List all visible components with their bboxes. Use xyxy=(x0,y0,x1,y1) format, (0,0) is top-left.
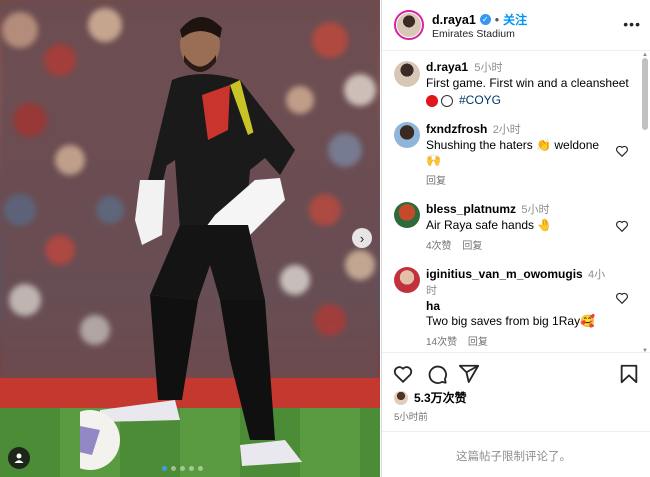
carousel-dot[interactable] xyxy=(198,466,203,471)
separator-dot: • xyxy=(494,12,500,27)
next-photo-button[interactable]: › xyxy=(352,228,372,248)
carousel-dots xyxy=(162,466,203,471)
reply-button[interactable]: 回复 xyxy=(462,241,482,252)
more-options-icon[interactable]: ••• xyxy=(623,16,641,32)
carousel-dot[interactable] xyxy=(162,466,167,471)
heart-icon[interactable] xyxy=(615,144,629,158)
caption-text: First game. First win and a cleansheet xyxy=(426,76,629,90)
comment-username-line1[interactable]: iginitius_van_m_owomugis xyxy=(426,267,583,281)
caption-username[interactable]: d.raya1 xyxy=(426,60,468,74)
restricted-text: 这篇帖子限制评论了。 xyxy=(456,451,571,463)
user-tag-icon xyxy=(14,453,24,463)
comment-time: 5小时 xyxy=(521,204,550,216)
comment-time: 2小时 xyxy=(492,124,521,136)
post-caption: d.raya1 5小时 First game. First win and a … xyxy=(426,60,637,108)
comment-username[interactable]: bless_platnumz xyxy=(426,202,516,216)
post-header: d.raya1 ✓ • 关注 Emirates Stadium ••• xyxy=(382,0,650,51)
comments-list: d.raya1 5小时 First game. First win and a … xyxy=(382,52,637,352)
carousel-dot[interactable] xyxy=(189,466,194,471)
follow-button[interactable]: 关注 xyxy=(503,11,527,28)
comment-text: Shushing the haters 👏 weldone 🙌 xyxy=(426,138,600,167)
commenter-avatar[interactable] xyxy=(394,122,420,148)
heart-icon[interactable] xyxy=(615,291,629,305)
verified-badge-icon: ✓ xyxy=(479,14,491,25)
comments-scrollbar[interactable]: ▲ ▼ xyxy=(642,52,648,354)
heart-icon[interactable] xyxy=(615,219,629,233)
liker-avatar[interactable] xyxy=(394,390,408,405)
comment-text: Air Raya safe hands 🤚 xyxy=(426,218,553,232)
scrollbar-thumb[interactable] xyxy=(642,58,648,130)
white-circle-emoji-icon xyxy=(441,94,453,107)
post-location[interactable]: Emirates Stadium xyxy=(432,28,515,40)
post-detail-panel: d.raya1 ✓ • 关注 Emirates Stadium ••• d.ra… xyxy=(381,0,650,477)
comment-icon[interactable] xyxy=(426,363,448,385)
comment-text: Two big saves from big 1Ray🥰 xyxy=(426,314,596,328)
tagged-users-button[interactable] xyxy=(8,447,30,469)
post-photo[interactable]: › xyxy=(0,0,380,477)
caption-time: 5小时 xyxy=(474,62,503,74)
comment-username[interactable]: fxndzfrosh xyxy=(426,122,487,136)
red-circle-emoji-icon xyxy=(426,94,438,107)
commenter-avatar[interactable] xyxy=(394,267,420,293)
share-icon[interactable] xyxy=(458,363,480,385)
carousel-dot[interactable] xyxy=(171,466,176,471)
author-avatar[interactable] xyxy=(394,10,424,40)
reply-button[interactable]: 回复 xyxy=(426,176,446,187)
chevron-right-icon: › xyxy=(359,230,365,246)
post-time[interactable]: 5小时前 xyxy=(394,409,428,423)
heart-icon[interactable] xyxy=(392,363,414,385)
comment-username-line2[interactable]: ha xyxy=(426,299,606,314)
caption-avatar[interactable] xyxy=(394,61,420,87)
caption-hashtag[interactable]: #COYG xyxy=(459,93,501,108)
comment-like-count[interactable]: 14次赞 xyxy=(426,337,457,348)
author-username[interactable]: d.raya1 xyxy=(432,13,476,27)
comment-like-count[interactable]: 4次赞 xyxy=(426,241,452,252)
reply-button[interactable]: 回复 xyxy=(468,337,488,348)
likes-count[interactable]: 5.3万次赞 xyxy=(414,389,467,406)
comments-restricted-notice: 这篇帖子限制评论了。 xyxy=(382,431,650,477)
commenter-avatar[interactable] xyxy=(394,202,420,228)
goalkeeper-figure xyxy=(80,16,302,470)
carousel-dot[interactable] xyxy=(180,466,185,471)
bookmark-icon[interactable] xyxy=(618,363,640,385)
post-actions: 5.3万次赞 5小时前 这篇帖子限制评论了。 xyxy=(382,352,650,477)
